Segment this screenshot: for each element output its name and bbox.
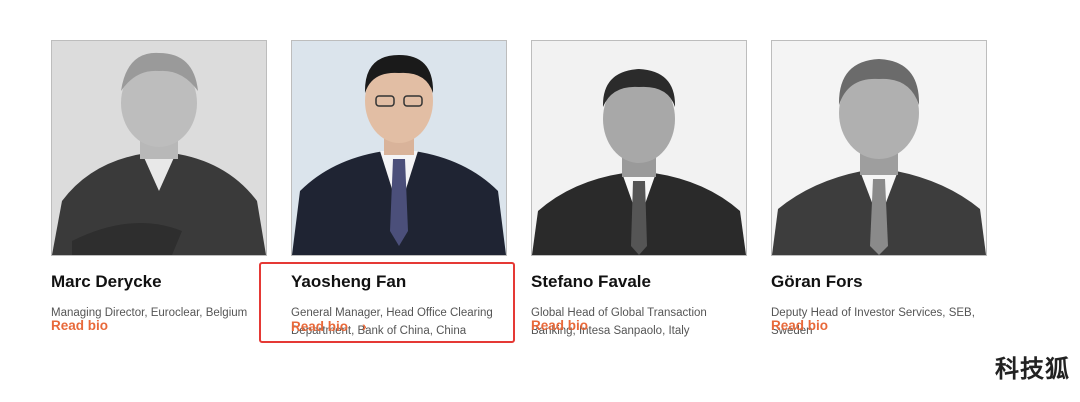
read-bio-link[interactable]: Read bio xyxy=(51,318,108,333)
speaker-card-marc-derycke: Marc Derycke Managing Director, Euroclea… xyxy=(51,40,267,322)
speaker-photo[interactable] xyxy=(531,40,747,256)
read-bio-link[interactable]: Read bio xyxy=(771,318,828,333)
portrait-image xyxy=(292,41,506,255)
speaker-card-stefano-favale: Stefano Favale Global Head of Global Tra… xyxy=(531,40,747,340)
speaker-photo[interactable] xyxy=(291,40,507,256)
speaker-card-goran-fors: Göran Fors Deputy Head of Investor Servi… xyxy=(771,40,987,340)
read-bio-label: Read bio xyxy=(771,318,829,333)
speaker-name: Marc Derycke xyxy=(51,272,162,291)
highlight-box xyxy=(259,262,515,343)
portrait-image xyxy=(532,41,746,255)
portrait-image xyxy=(52,41,266,255)
read-bio-label: Read bio xyxy=(531,318,589,333)
portrait-image xyxy=(772,41,986,255)
speaker-name: Göran Fors xyxy=(771,272,863,291)
read-bio-label: Read bio xyxy=(51,318,109,333)
speaker-name: Stefano Favale xyxy=(531,272,651,291)
speaker-photo[interactable] xyxy=(51,40,267,256)
speaker-grid: Marc Derycke Managing Director, Euroclea… xyxy=(0,0,1080,402)
speaker-photo[interactable] xyxy=(771,40,987,256)
read-bio-link[interactable]: Read bio xyxy=(531,318,588,333)
watermark-logo: 科技狐 xyxy=(995,355,1070,383)
